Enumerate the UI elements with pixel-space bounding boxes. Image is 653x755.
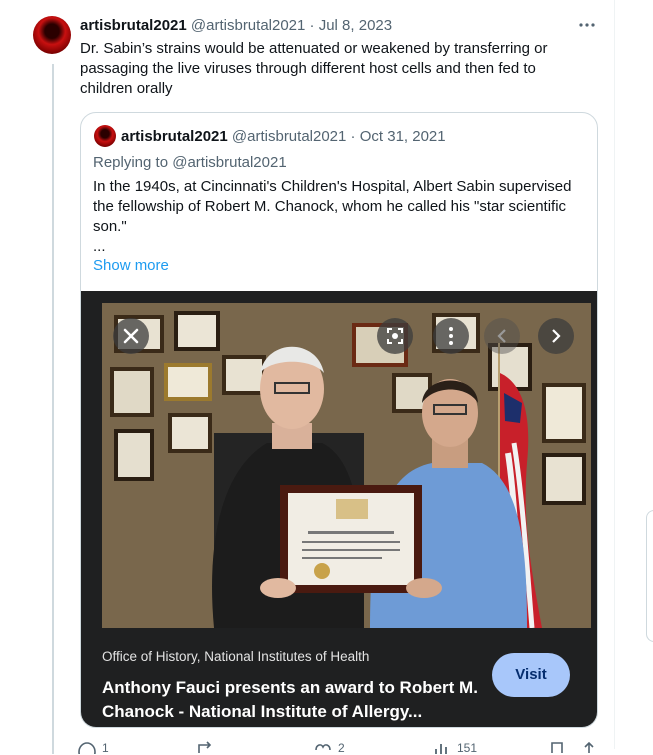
side-panel-edge [646, 510, 653, 642]
like-count: 2 [338, 741, 345, 755]
reply-button[interactable]: 1 [78, 741, 109, 755]
link-card[interactable]: Office of History, National Institutes o… [81, 291, 597, 727]
quote-user-handle[interactable]: @artisbrutal2021 [232, 128, 346, 145]
share-icon [584, 741, 594, 753]
bookmark-button[interactable] [550, 741, 564, 753]
views-count: 151 [457, 741, 478, 755]
close-icon[interactable] [113, 318, 149, 354]
user-handle[interactable]: @artisbrutal2021 [191, 17, 305, 34]
retweet-button[interactable] [196, 741, 222, 753]
reply-count: 1 [102, 741, 109, 755]
tweet-date[interactable]: Jul 8, 2023 [319, 17, 392, 34]
more-vert-icon[interactable] [433, 318, 469, 354]
retweet-icon [198, 741, 212, 753]
chevron-right-glyph [552, 329, 561, 343]
like-button[interactable]: 2 [314, 741, 345, 755]
separator-dot: · [309, 17, 315, 34]
quote-separator-dot: · [350, 128, 356, 145]
share-button[interactable] [582, 741, 596, 753]
display-name[interactable]: artisbrutal2021 [80, 17, 187, 34]
chevron-left-icon[interactable] [484, 318, 520, 354]
quote-text: In the 1940s, at Cincinnati's Children's… [93, 178, 572, 255]
lens-icon-glyph [387, 328, 403, 344]
visit-button[interactable]: Visit [492, 653, 570, 697]
more-vert-icon-glyph [449, 327, 453, 345]
avatar[interactable] [33, 16, 71, 54]
more-icon-glyph [579, 23, 595, 27]
photo-illustration [102, 303, 591, 628]
close-icon-glyph [123, 328, 139, 344]
quote-avatar[interactable] [94, 125, 116, 147]
quote-header: artisbrutal2021 @artisbrutal2021 · Oct 3… [121, 128, 446, 145]
card-source: Office of History, National Institutes o… [102, 649, 370, 664]
more-icon[interactable] [578, 16, 596, 39]
views-icon [435, 744, 447, 754]
views-button[interactable]: 151 [433, 741, 477, 755]
heart-icon [315, 744, 331, 751]
reply-icon [78, 742, 96, 754]
card-photo [102, 303, 591, 628]
tweet-text: Dr. Sabin’s strains would be attenuated … [80, 40, 548, 97]
tweet-actions: 1 2 151 [78, 741, 598, 755]
thread-line [52, 64, 54, 754]
card-title[interactable]: Anthony Fauci presents an award to Rober… [102, 676, 492, 724]
show-more-link[interactable]: Show more [93, 257, 169, 274]
chevron-left-glyph [497, 329, 506, 343]
quote-date[interactable]: Oct 31, 2021 [360, 128, 446, 145]
chevron-right-icon[interactable] [538, 318, 574, 354]
replying-to: Replying to @artisbrutal2021 [93, 154, 287, 171]
lens-icon[interactable] [377, 318, 413, 354]
quoted-tweet[interactable]: artisbrutal2021 @artisbrutal2021 · Oct 3… [80, 112, 598, 728]
bookmark-icon [551, 742, 563, 753]
quote-display-name[interactable]: artisbrutal2021 [121, 128, 228, 145]
tweet-header: artisbrutal2021 @artisbrutal2021 · Jul 8… [80, 17, 392, 34]
column-divider [614, 0, 615, 749]
